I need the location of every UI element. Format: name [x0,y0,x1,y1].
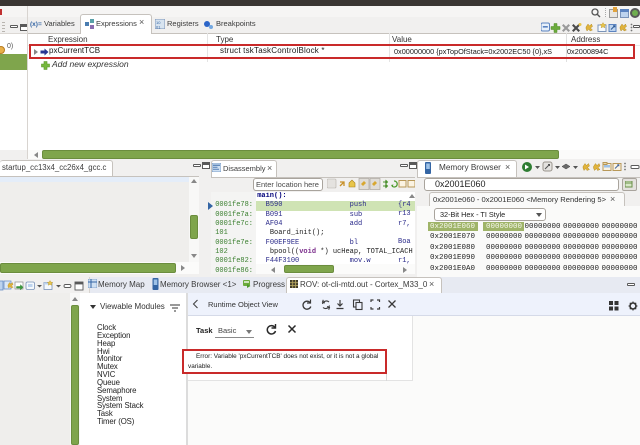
svg-text:01: 01 [156,25,161,30]
